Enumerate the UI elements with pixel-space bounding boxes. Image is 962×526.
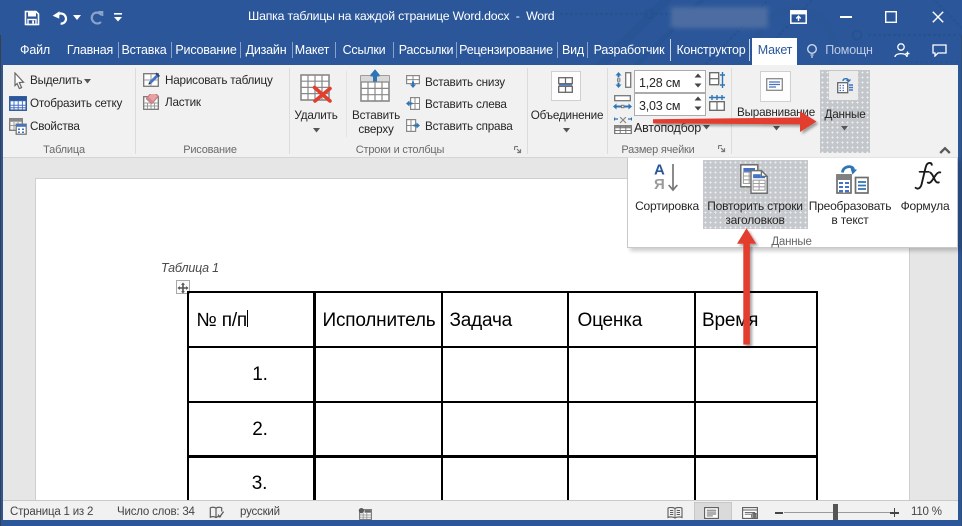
svg-text:Я: Я	[654, 176, 665, 193]
